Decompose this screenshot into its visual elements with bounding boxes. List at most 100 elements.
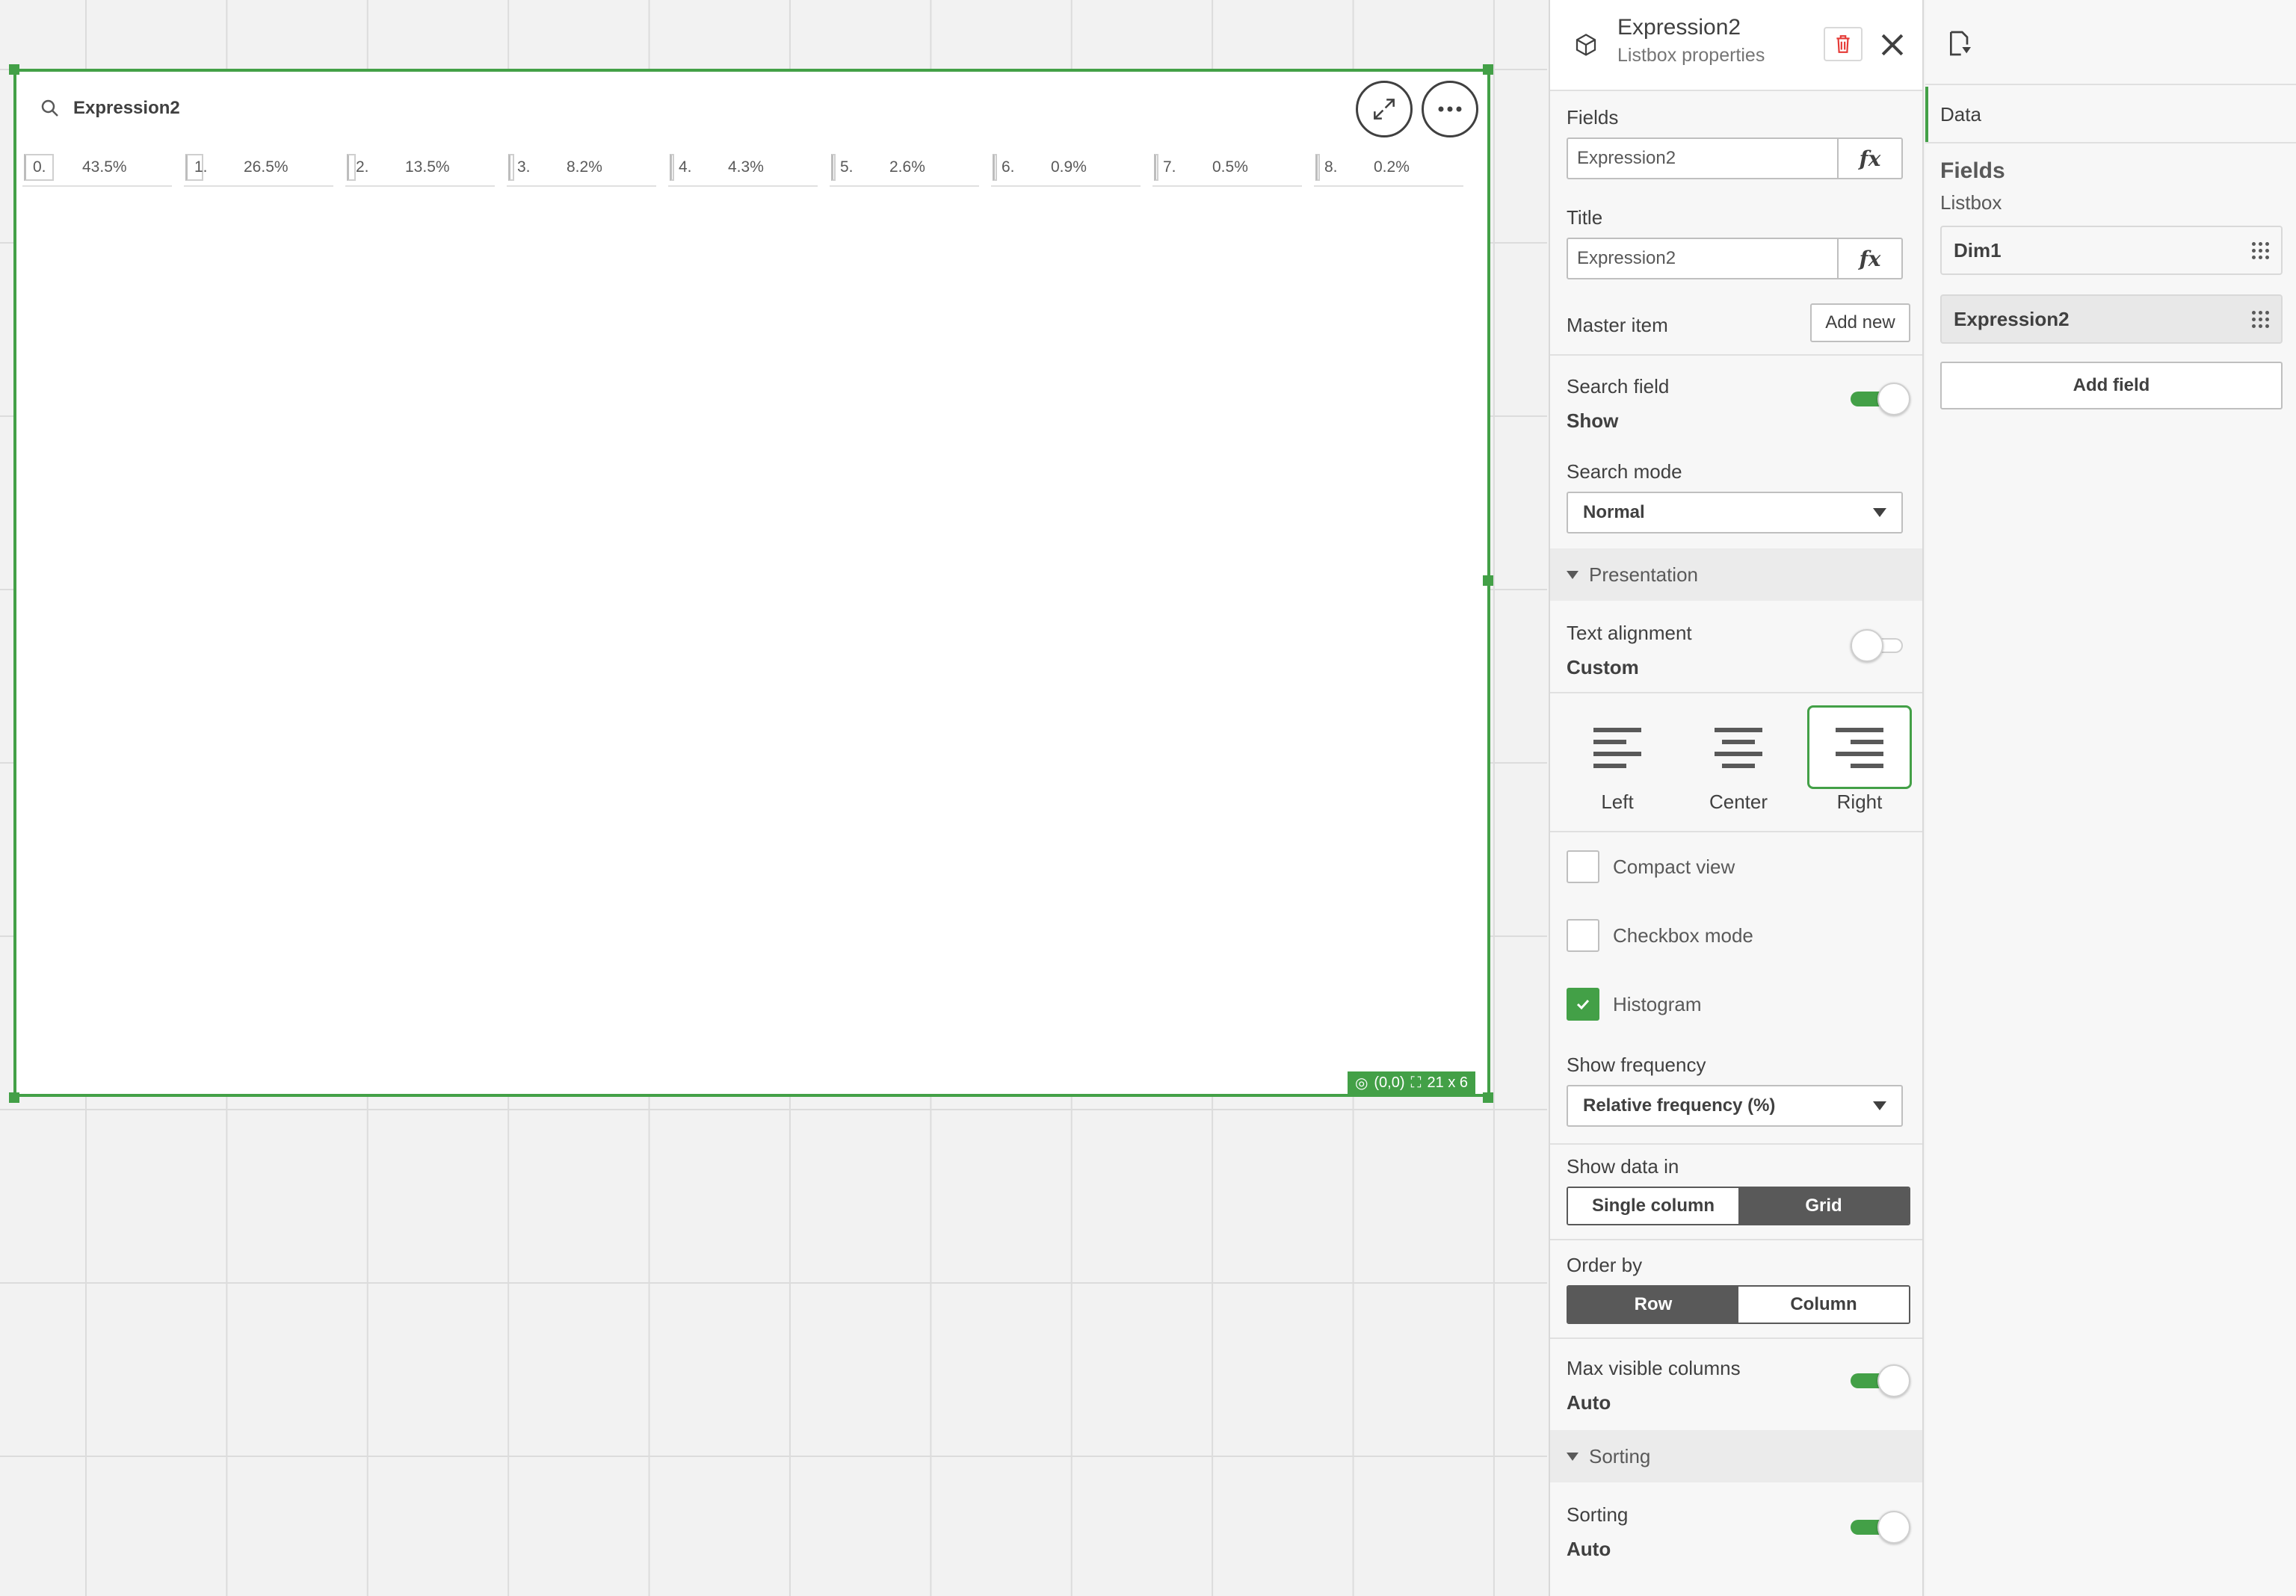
expand-button[interactable] bbox=[1356, 81, 1413, 137]
document-filter-icon[interactable] bbox=[1945, 28, 1975, 58]
align-center-option[interactable] bbox=[1686, 705, 1791, 789]
field-item[interactable]: Dim1 bbox=[1940, 226, 2283, 275]
order-by-segmented: Row Column bbox=[1567, 1285, 1910, 1324]
row-option[interactable]: Row bbox=[1568, 1287, 1738, 1323]
search-mode-label: Search mode bbox=[1567, 460, 1682, 483]
title-input[interactable]: Expression2 fx bbox=[1567, 238, 1903, 279]
cell-value: 5. bbox=[840, 158, 854, 176]
listbox-cell[interactable]: 2. 13.5% bbox=[345, 149, 495, 187]
histogram-checkbox[interactable] bbox=[1567, 988, 1599, 1021]
drag-handle-icon[interactable] bbox=[2252, 310, 2269, 328]
properties-header: Expression2 Listbox properties bbox=[1550, 0, 1922, 91]
histogram-bar bbox=[993, 154, 997, 181]
fields-input[interactable]: Expression2 fx bbox=[1567, 137, 1903, 179]
listbox-cell[interactable]: 1. 26.5% bbox=[184, 149, 333, 187]
checkmark-icon bbox=[1576, 999, 1590, 1010]
delete-button[interactable] bbox=[1824, 27, 1863, 61]
properties-panel: Expression2 Listbox properties Fields Ex… bbox=[1549, 0, 1924, 1596]
resize-handle-tr[interactable] bbox=[1483, 64, 1493, 75]
max-visible-columns-value: Auto bbox=[1567, 1391, 1611, 1414]
listbox-header[interactable]: Expression2 bbox=[39, 97, 180, 120]
histogram-label: Histogram bbox=[1613, 992, 1702, 1015]
resize-handle-bl[interactable] bbox=[9, 1092, 19, 1103]
fields-subheading: Listbox bbox=[1940, 191, 2002, 214]
cell-frequency: 4.3% bbox=[728, 158, 764, 176]
fields-expression-button[interactable]: fx bbox=[1837, 139, 1901, 178]
resize-handle-br[interactable] bbox=[1483, 1092, 1493, 1103]
max-visible-columns-toggle[interactable] bbox=[1851, 1364, 1910, 1397]
histogram-bar bbox=[1154, 154, 1158, 181]
divider bbox=[1550, 1143, 1922, 1145]
align-left-icon bbox=[1593, 728, 1641, 768]
more-icon bbox=[1438, 106, 1462, 112]
cell-frequency: 43.5% bbox=[82, 158, 127, 176]
align-right-option[interactable] bbox=[1807, 705, 1912, 789]
fields-label: Fields bbox=[1567, 106, 1619, 129]
close-icon[interactable] bbox=[1876, 28, 1909, 61]
histogram-bar bbox=[670, 154, 674, 181]
cell-frequency: 0.5% bbox=[1212, 158, 1248, 176]
position-icon: ◎ bbox=[1354, 1074, 1368, 1092]
checkbox-mode-checkbox[interactable] bbox=[1567, 919, 1599, 952]
cell-value: 6. bbox=[1002, 158, 1015, 176]
listbox-object[interactable]: Expression2 0. 43.5% 1. 26.5% 2. 13.5% 3. 8.2% 4… bbox=[13, 69, 1490, 1097]
drag-handle-icon[interactable] bbox=[2252, 241, 2269, 259]
text-alignment-toggle[interactable] bbox=[1851, 629, 1910, 662]
listbox-cell[interactable]: 5. 2.6% bbox=[830, 149, 979, 187]
trash-icon bbox=[1836, 35, 1850, 53]
cell-frequency: 0.9% bbox=[1051, 158, 1087, 176]
field-item-label: Expression2 bbox=[1954, 307, 2070, 330]
master-item-label: Master item bbox=[1567, 314, 1668, 336]
column-option[interactable]: Column bbox=[1738, 1287, 1909, 1323]
listbox-title: Expression2 bbox=[73, 98, 180, 118]
resize-handle-tl[interactable] bbox=[9, 64, 19, 75]
properties-title: Expression2 bbox=[1617, 15, 1741, 40]
properties-subtitle: Listbox properties bbox=[1617, 45, 1765, 66]
data-tab[interactable]: Data bbox=[1925, 87, 2296, 143]
fields-input-value: Expression2 bbox=[1577, 148, 1676, 168]
show-frequency-label: Show frequency bbox=[1567, 1054, 1706, 1076]
checkbox-mode-label: Checkbox mode bbox=[1613, 924, 1753, 947]
checkbox-mode-row[interactable]: Checkbox mode bbox=[1567, 919, 1753, 952]
dropdown-caret-icon bbox=[1873, 508, 1886, 517]
histogram-row[interactable]: Histogram bbox=[1567, 988, 1701, 1021]
search-mode-select[interactable]: Normal bbox=[1567, 492, 1903, 533]
sorting-group-header[interactable]: Sorting bbox=[1550, 1430, 1922, 1482]
compact-view-checkbox[interactable] bbox=[1567, 850, 1599, 883]
size-badge: ◎ (0,0) ⛶ 21 x 6 bbox=[1347, 1071, 1475, 1094]
show-frequency-value: Relative frequency (%) bbox=[1583, 1095, 1776, 1116]
presentation-group-header[interactable]: Presentation bbox=[1550, 548, 1922, 601]
title-input-value: Expression2 bbox=[1577, 248, 1676, 268]
text-alignment-value: Custom bbox=[1567, 656, 1639, 678]
add-field-button[interactable]: Add field bbox=[1940, 362, 2283, 409]
active-tab-indicator bbox=[1925, 87, 1928, 142]
cell-value: 0. bbox=[33, 158, 46, 176]
align-center-icon bbox=[1715, 728, 1762, 768]
resize-handle-right[interactable] bbox=[1483, 575, 1493, 586]
listbox-cell[interactable]: 8. 0.2% bbox=[1314, 149, 1463, 187]
divider bbox=[1550, 1337, 1922, 1339]
listbox-cell[interactable]: 7. 0.5% bbox=[1152, 149, 1302, 187]
cell-frequency: 0.2% bbox=[1374, 158, 1410, 176]
single-column-option[interactable]: Single column bbox=[1568, 1188, 1738, 1224]
listbox-cell[interactable]: 6. 0.9% bbox=[991, 149, 1141, 187]
listbox-cell[interactable]: 4. 4.3% bbox=[668, 149, 818, 187]
listbox-cell[interactable]: 0. 43.5% bbox=[22, 149, 172, 187]
title-expression-button[interactable]: fx bbox=[1837, 239, 1901, 278]
listbox-cell[interactable]: 3. 8.2% bbox=[507, 149, 656, 187]
more-options-button[interactable] bbox=[1422, 81, 1478, 137]
show-frequency-select[interactable]: Relative frequency (%) bbox=[1567, 1085, 1903, 1127]
align-left-label: Left bbox=[1601, 791, 1634, 813]
search-field-toggle[interactable] bbox=[1851, 383, 1910, 415]
grid-option[interactable]: Grid bbox=[1738, 1188, 1909, 1224]
align-center-label: Center bbox=[1709, 791, 1768, 813]
field-item[interactable]: Expression2 bbox=[1940, 294, 2283, 344]
show-data-in-segmented: Single column Grid bbox=[1567, 1187, 1910, 1225]
cell-frequency: 8.2% bbox=[567, 158, 602, 176]
cell-value: 1. bbox=[194, 158, 208, 176]
sorting-toggle[interactable] bbox=[1851, 1511, 1910, 1544]
add-new-button[interactable]: Add new bbox=[1810, 303, 1910, 342]
compact-view-row[interactable]: Compact view bbox=[1567, 850, 1735, 883]
sheet-canvas[interactable]: Expression2 0. 43.5% 1. 26.5% 2. 13.5% 3. 8.2% 4… bbox=[0, 0, 1547, 1596]
align-left-option[interactable] bbox=[1565, 705, 1670, 789]
